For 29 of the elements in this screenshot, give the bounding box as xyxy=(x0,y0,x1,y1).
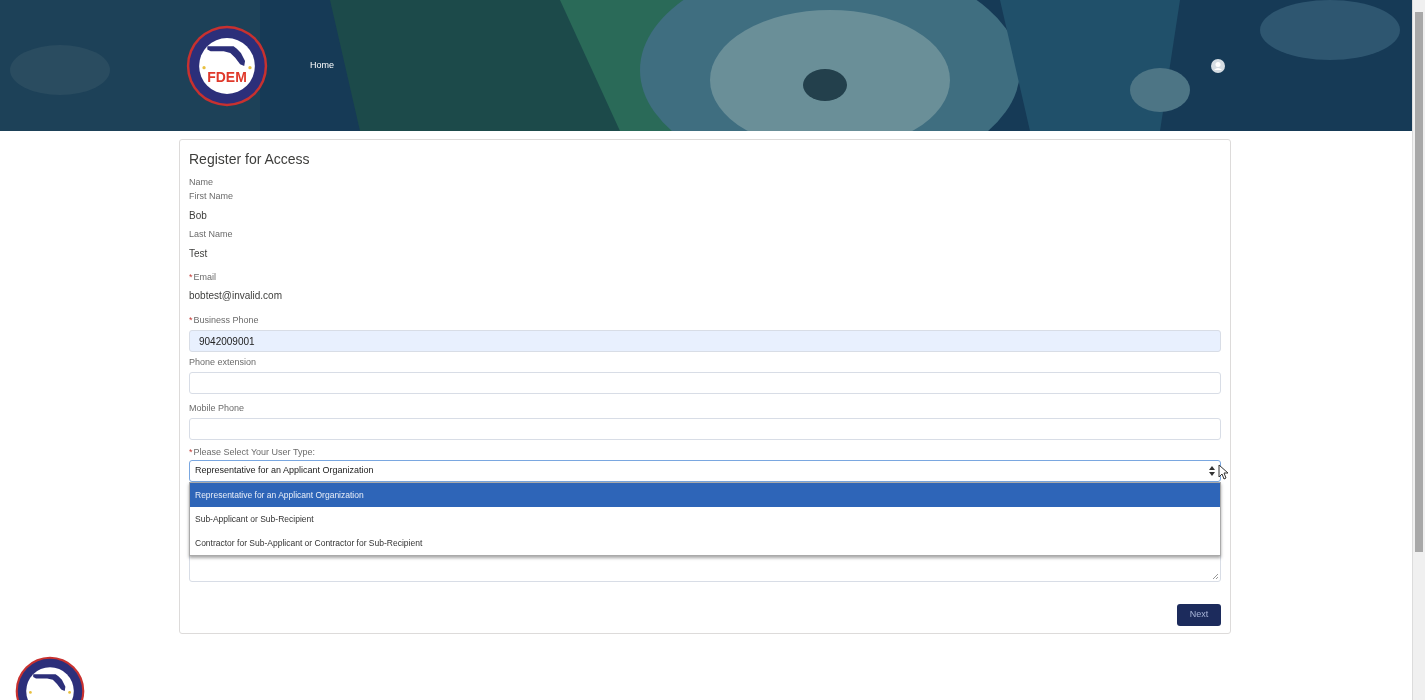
resize-handle-icon xyxy=(1212,573,1219,580)
text-field[interactable]: 9042009001 xyxy=(189,330,1221,352)
spinner-arrows-icon xyxy=(1209,465,1215,477)
next-button[interactable]: Next xyxy=(1177,604,1221,626)
text-field[interactable] xyxy=(189,418,1221,440)
required-mark: * xyxy=(189,446,193,460)
field-label: Business Phone xyxy=(193,314,259,328)
field-value: Test xyxy=(189,247,208,261)
mouse-pointer-icon xyxy=(1218,464,1228,480)
user-avatar-icon[interactable] xyxy=(1211,58,1225,73)
fdem-logo: FDEM xyxy=(186,24,268,107)
field-label: Mobile Phone xyxy=(189,402,245,416)
field-label: First Name xyxy=(189,190,233,204)
required-mark: * xyxy=(189,314,193,328)
required-mark: * xyxy=(189,271,193,285)
dropdown-option[interactable]: Sub-Applicant or Sub-Recipient xyxy=(190,507,1220,531)
field-value: Bob xyxy=(189,209,207,223)
user-type-select[interactable]: Representative for an Applicant Organization xyxy=(189,460,1221,482)
field-label: Email xyxy=(193,271,217,285)
field-label: Phone extension xyxy=(189,356,257,370)
field-label: Please Select Your User Type: xyxy=(193,446,315,460)
field-label: Last Name xyxy=(189,228,233,242)
dropdown-option[interactable]: Contractor for Sub-Applicant or Contractor for Sub-Recipient xyxy=(190,531,1220,555)
nav-link[interactable]: Home xyxy=(310,58,334,73)
dropdown-option[interactable]: Representative for an Applicant Organization xyxy=(190,483,1220,507)
group-label: Name xyxy=(189,175,213,189)
field-value: bobtest@invalid.com xyxy=(189,289,282,303)
form-title: Register for Access xyxy=(189,149,310,169)
text-field[interactable] xyxy=(189,372,1221,394)
